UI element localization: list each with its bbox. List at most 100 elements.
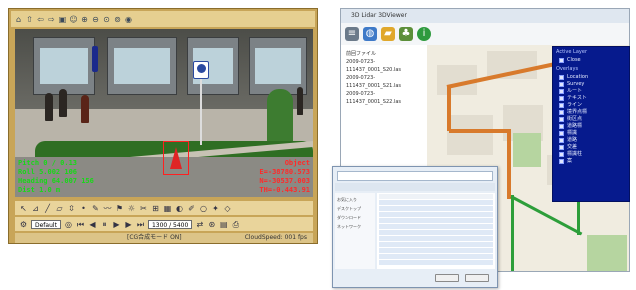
step-back-icon[interactable]: ◀ bbox=[88, 220, 97, 229]
checkbox-icon[interactable] bbox=[559, 124, 564, 129]
select-icon[interactable]: ↖ bbox=[19, 204, 28, 213]
checkbox-icon[interactable] bbox=[559, 152, 564, 157]
layer-item[interactable]: 街区点 bbox=[553, 116, 629, 123]
user-icon[interactable]: ☺ bbox=[69, 15, 78, 24]
file-row[interactable] bbox=[379, 224, 493, 229]
nav-item[interactable]: ネットワーク bbox=[337, 222, 373, 231]
zoom-fit-icon[interactable]: ⊙ bbox=[102, 15, 111, 24]
checkbox-icon[interactable] bbox=[559, 96, 564, 101]
file-row[interactable] bbox=[379, 248, 493, 253]
layer-item[interactable]: 境界点標 bbox=[553, 109, 629, 116]
recent-file-item[interactable]: 2009-0723-111437_0001_S20.las bbox=[346, 58, 424, 74]
checkbox-icon[interactable] bbox=[559, 117, 564, 122]
checkbox-icon[interactable] bbox=[559, 138, 564, 143]
color-icon[interactable]: ◐ bbox=[175, 204, 184, 213]
pin-icon[interactable]: ⚑ bbox=[115, 204, 124, 213]
first-frame-icon[interactable]: ⏮ bbox=[76, 220, 85, 229]
brush-icon[interactable]: ✐ bbox=[187, 204, 196, 213]
layer-close-item[interactable]: Close bbox=[553, 57, 629, 64]
checkbox-icon[interactable] bbox=[559, 159, 564, 164]
layer-item[interactable]: Location bbox=[553, 74, 629, 81]
checkbox-icon[interactable] bbox=[559, 110, 564, 115]
checkbox-icon[interactable] bbox=[559, 145, 564, 150]
open-button[interactable] bbox=[435, 274, 459, 282]
play-icon[interactable]: ▶ bbox=[112, 220, 121, 229]
street-view-image[interactable]: Pitch 0 / 0.13 Roll 5.002 106 Heading 64… bbox=[15, 29, 313, 197]
up-arrow-icon[interactable]: ⇧ bbox=[25, 15, 34, 24]
eye-icon[interactable]: ◎ bbox=[64, 220, 73, 229]
grid-icon[interactable]: ▦ bbox=[163, 204, 172, 213]
layers-icon[interactable]: ≡ bbox=[345, 27, 359, 41]
folder-icon[interactable]: ▰ bbox=[381, 27, 395, 41]
zoom-reset-icon[interactable]: ⊚ bbox=[113, 15, 122, 24]
layer-item[interactable]: ルート bbox=[553, 88, 629, 95]
file-row[interactable] bbox=[379, 200, 493, 205]
tree-icon[interactable]: ♣ bbox=[399, 27, 413, 41]
star-icon[interactable]: ✦ bbox=[211, 204, 220, 213]
lock-icon[interactable]: ▣ bbox=[58, 15, 67, 24]
print-icon[interactable]: ⎙ bbox=[231, 220, 240, 229]
checkbox-icon[interactable] bbox=[559, 89, 564, 94]
file-row[interactable] bbox=[379, 230, 493, 235]
checkbox-icon[interactable] bbox=[559, 103, 564, 108]
cancel-button[interactable] bbox=[465, 274, 489, 282]
line-icon[interactable]: ╱ bbox=[43, 204, 52, 213]
height-icon[interactable]: ⇳ bbox=[67, 204, 76, 213]
pause-icon[interactable]: ⏸ bbox=[100, 220, 109, 229]
polyline-icon[interactable]: 〰 bbox=[103, 204, 112, 213]
info-icon[interactable]: i bbox=[417, 27, 431, 41]
mode-select[interactable]: Default bbox=[31, 219, 61, 229]
layer-item[interactable]: 案 bbox=[553, 158, 629, 165]
zoom-in-icon[interactable]: ⊕ bbox=[80, 15, 89, 24]
file-row[interactable] bbox=[379, 206, 493, 211]
address-bar[interactable] bbox=[337, 171, 493, 181]
file-row[interactable] bbox=[379, 254, 493, 259]
recent-file-item[interactable]: 2009-0723-111437_0001_S22.las bbox=[346, 90, 424, 106]
layer-label: 交差 bbox=[567, 144, 578, 150]
ruler-icon[interactable]: ⊞ bbox=[151, 204, 160, 213]
file-row[interactable] bbox=[379, 236, 493, 241]
nav-item[interactable]: ダウンロード bbox=[337, 213, 373, 222]
left-arrow-icon[interactable]: ⇦ bbox=[36, 15, 45, 24]
layer-item[interactable]: ライン bbox=[553, 102, 629, 109]
right-arrow-icon[interactable]: ⇨ bbox=[47, 15, 56, 24]
frame-counter[interactable]: 1300 / 5400 bbox=[147, 219, 193, 229]
checkbox-icon[interactable] bbox=[559, 82, 564, 87]
layer-item[interactable]: 標識柱 bbox=[553, 151, 629, 158]
zoom-control[interactable] bbox=[92, 46, 98, 72]
pencil-icon[interactable]: ✎ bbox=[91, 204, 100, 213]
point-icon[interactable]: • bbox=[79, 204, 88, 213]
settings-icon[interactable]: ⚙ bbox=[19, 220, 28, 229]
scissors-icon[interactable]: ✂ bbox=[139, 204, 148, 213]
checkbox-icon[interactable] bbox=[559, 75, 564, 80]
zoom-out-icon[interactable]: ⊖ bbox=[91, 15, 100, 24]
save-icon[interactable]: ▤ bbox=[219, 220, 228, 229]
checkbox-icon[interactable] bbox=[559, 131, 564, 136]
layer-item[interactable]: 道路標 bbox=[553, 123, 629, 130]
measure-icon[interactable]: ⊿ bbox=[31, 204, 40, 213]
recent-file-item[interactable]: 2009-0723-111437_0001_S21.las bbox=[346, 74, 424, 90]
area-icon[interactable]: ▱ bbox=[55, 204, 64, 213]
globe-icon[interactable]: ◍ bbox=[363, 27, 377, 41]
globe-icon[interactable]: ⊛ bbox=[207, 220, 216, 229]
file-row[interactable] bbox=[379, 260, 493, 265]
home-icon[interactable]: ⌂ bbox=[14, 15, 23, 24]
nav-item[interactable]: デスクトップ bbox=[337, 204, 373, 213]
object-bounding-box[interactable] bbox=[163, 141, 189, 175]
layer-item[interactable]: 交差 bbox=[553, 144, 629, 151]
circle-icon[interactable]: ○ bbox=[199, 204, 208, 213]
file-row[interactable] bbox=[379, 212, 493, 217]
swap-icon[interactable]: ⇄ bbox=[195, 220, 204, 229]
layer-item[interactable]: 標識 bbox=[553, 130, 629, 137]
layer-item[interactable]: Survey bbox=[553, 81, 629, 88]
bulb-icon[interactable]: ☼ bbox=[127, 204, 136, 213]
nav-item[interactable]: お気に入り bbox=[337, 195, 373, 204]
eraser-icon[interactable]: ◇ bbox=[223, 204, 232, 213]
layer-item[interactable]: 道路 bbox=[553, 137, 629, 144]
camera-icon[interactable]: ◉ bbox=[124, 15, 133, 24]
layer-item[interactable]: テキスト bbox=[553, 95, 629, 102]
file-row[interactable] bbox=[379, 218, 493, 223]
step-forward-icon[interactable]: ▶ bbox=[124, 220, 133, 229]
file-row[interactable] bbox=[379, 242, 493, 247]
last-frame-icon[interactable]: ⏭ bbox=[136, 220, 145, 229]
